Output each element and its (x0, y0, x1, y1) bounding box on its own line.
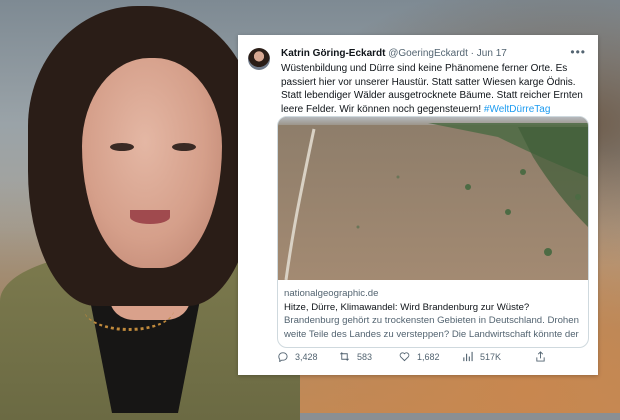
link-preview-text: nationalgeographic.de Hitze, Dürre, Klim… (284, 287, 584, 348)
tweet-date[interactable]: Jun 17 (477, 48, 507, 59)
header-separator: · (470, 48, 475, 59)
card-description: Brandenburg gehört zu trockensten Gebiet… (284, 315, 579, 348)
reply-count: 3,428 (295, 351, 318, 362)
retweet-count: 583 (357, 351, 373, 362)
card-title: Hitze, Dürre, Klimawandel: Wird Brandenb… (284, 301, 530, 313)
like-count: 1,682 (417, 351, 440, 362)
link-preview-image (278, 117, 588, 280)
reply-action[interactable]: 3,428 (277, 351, 318, 362)
retweet-icon (340, 352, 349, 361)
person-eye (172, 143, 196, 151)
author-name[interactable]: Katrin Göring-Eckardt (281, 48, 385, 59)
views-count: 517K (480, 351, 502, 362)
retweet-action[interactable]: 583 (339, 351, 372, 362)
tweet-actions: 3,428 583 1,682 517K (277, 351, 587, 367)
person-necklace (84, 288, 174, 331)
author-avatar[interactable] (248, 48, 270, 70)
more-icon[interactable]: ••• (570, 45, 586, 59)
card-domain: nationalgeographic.de (284, 288, 379, 299)
author-handle[interactable]: @GoeringEckardt (388, 48, 468, 59)
share-action[interactable] (535, 351, 546, 362)
person-eye (110, 143, 134, 151)
hashtag-link[interactable]: #WeltDürreTag (484, 104, 551, 115)
link-preview-card[interactable]: nationalgeographic.de Hitze, Dürre, Klim… (277, 116, 589, 348)
person-mouth (130, 210, 170, 224)
reply-icon (278, 352, 288, 362)
person-face (82, 58, 222, 268)
like-action[interactable]: 1,682 (399, 351, 440, 362)
heart-icon (399, 352, 410, 362)
share-icon (536, 351, 545, 362)
tweet-text: Wüstenbildung und Dürre sind keine Phäno… (281, 62, 591, 116)
views-icon (463, 351, 473, 362)
tweet-card[interactable]: Katrin Göring-Eckardt @GoeringEckardt · … (238, 35, 598, 375)
tweet-header: Katrin Göring-Eckardt @GoeringEckardt · … (281, 48, 507, 59)
views-action[interactable]: 517K (462, 351, 501, 362)
